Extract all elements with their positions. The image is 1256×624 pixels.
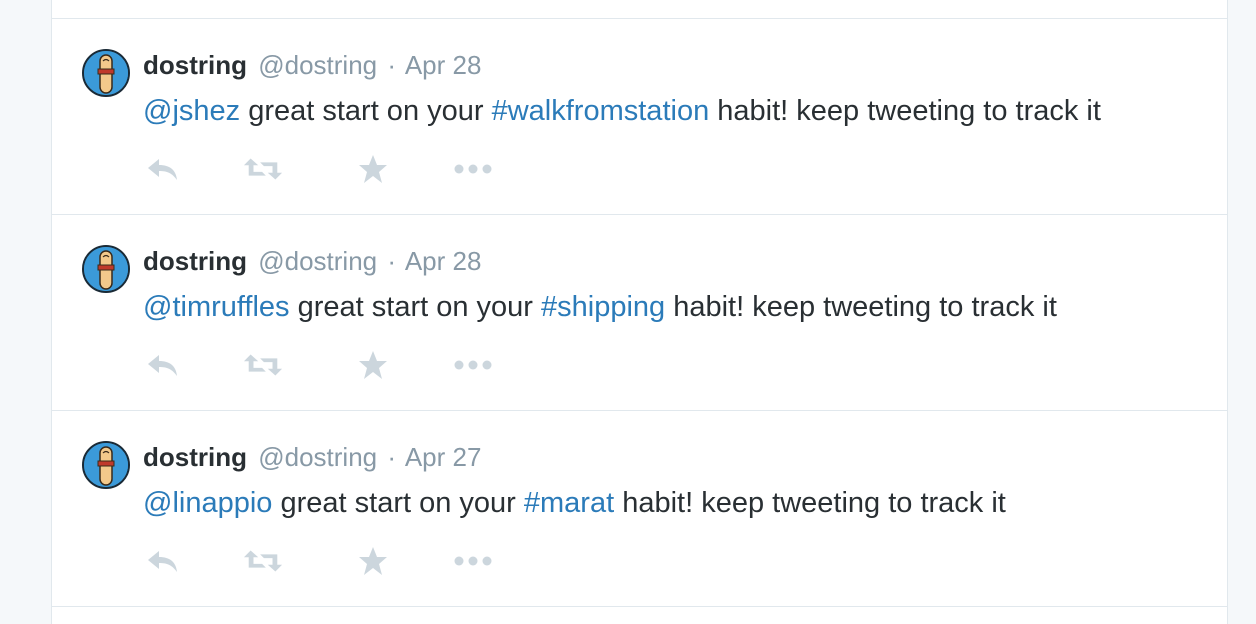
tweet-header: dostring @dostring · Apr 28 (143, 245, 481, 277)
more-icon (454, 360, 492, 370)
more-button[interactable] (453, 345, 493, 385)
timestamp[interactable]: Apr 27 (405, 442, 482, 472)
tweet-header: dostring @dostring · Apr 27 (143, 441, 481, 473)
separator: · (387, 246, 397, 276)
hashtag-link[interactable]: #marat (524, 487, 614, 519)
tweet-actions (143, 345, 563, 385)
tweet-text-part: habit! keep tweeting to track it (709, 95, 1101, 127)
timestamp[interactable]: Apr 28 (405, 50, 482, 80)
mention-link[interactable]: @timruffles (143, 291, 290, 323)
separator: · (387, 50, 397, 80)
tweet-actions (143, 149, 563, 189)
mention-link[interactable]: @linappio (143, 487, 272, 519)
tweet-text-part: great start on your (240, 95, 492, 127)
display-name[interactable]: dostring (143, 442, 247, 472)
retweet-icon (243, 550, 283, 572)
favorite-icon (359, 155, 387, 183)
tweet-header: dostring @dostring · Apr 28 (143, 49, 481, 81)
more-icon (454, 164, 492, 174)
tweet-text: @timruffles great start on your #shippin… (143, 288, 1057, 326)
tweet-text-part: great start on your (289, 291, 542, 323)
retweet-button[interactable] (243, 149, 283, 189)
favorite-button[interactable] (353, 149, 393, 189)
reply-button[interactable] (143, 541, 183, 581)
more-icon (454, 556, 492, 566)
avatar[interactable] (82, 49, 130, 97)
tweet[interactable]: dostring @dostring · Apr 28 @jshez great… (52, 19, 1227, 215)
hashtag-link[interactable]: #shipping (541, 291, 665, 323)
tweet-text: @linappio great start on your #marat hab… (143, 484, 1006, 522)
timeline: dostring @dostring · Apr 28 @jshez great… (51, 0, 1228, 624)
avatar[interactable] (82, 441, 130, 489)
tweet-text-part: great start on your (272, 487, 524, 519)
username[interactable]: @dostring (258, 246, 377, 276)
reply-icon (148, 355, 177, 376)
retweet-button[interactable] (243, 541, 283, 581)
finger-avatar-icon (84, 443, 128, 487)
avatar[interactable] (82, 245, 130, 293)
reply-icon (148, 551, 177, 572)
separator: · (387, 442, 397, 472)
favorite-icon (359, 351, 387, 379)
reply-icon (148, 159, 177, 180)
mention-link[interactable]: @jshez (143, 95, 240, 127)
reply-button[interactable] (143, 149, 183, 189)
reply-button[interactable] (143, 345, 183, 385)
hashtag-link[interactable]: #walkfromstation (492, 95, 710, 127)
finger-avatar-icon (84, 247, 128, 291)
finger-avatar-icon (84, 51, 128, 95)
tweet-actions (143, 541, 563, 581)
more-button[interactable] (453, 149, 493, 189)
username[interactable]: @dostring (258, 50, 377, 80)
more-button[interactable] (453, 541, 493, 581)
tweet-text: @jshez great start on your #walkfromstat… (143, 92, 1101, 130)
tweet-text-part: habit! keep tweeting to track it (614, 487, 1006, 519)
favorite-icon (359, 547, 387, 575)
tweet[interactable]: dostring @dostring · Apr 27 @linappio gr… (52, 411, 1227, 607)
display-name[interactable]: dostring (143, 50, 247, 80)
display-name[interactable]: dostring (143, 246, 247, 276)
tweet[interactable]: dostring @dostring · Apr 28 @timruffles … (52, 215, 1227, 411)
favorite-button[interactable] (353, 541, 393, 581)
retweet-button[interactable] (243, 345, 283, 385)
username[interactable]: @dostring (258, 442, 377, 472)
tweet-text-part: habit! keep tweeting to track it (665, 291, 1057, 323)
timestamp[interactable]: Apr 28 (405, 246, 482, 276)
favorite-button[interactable] (353, 345, 393, 385)
retweet-icon (243, 354, 283, 376)
retweet-icon (243, 158, 283, 180)
